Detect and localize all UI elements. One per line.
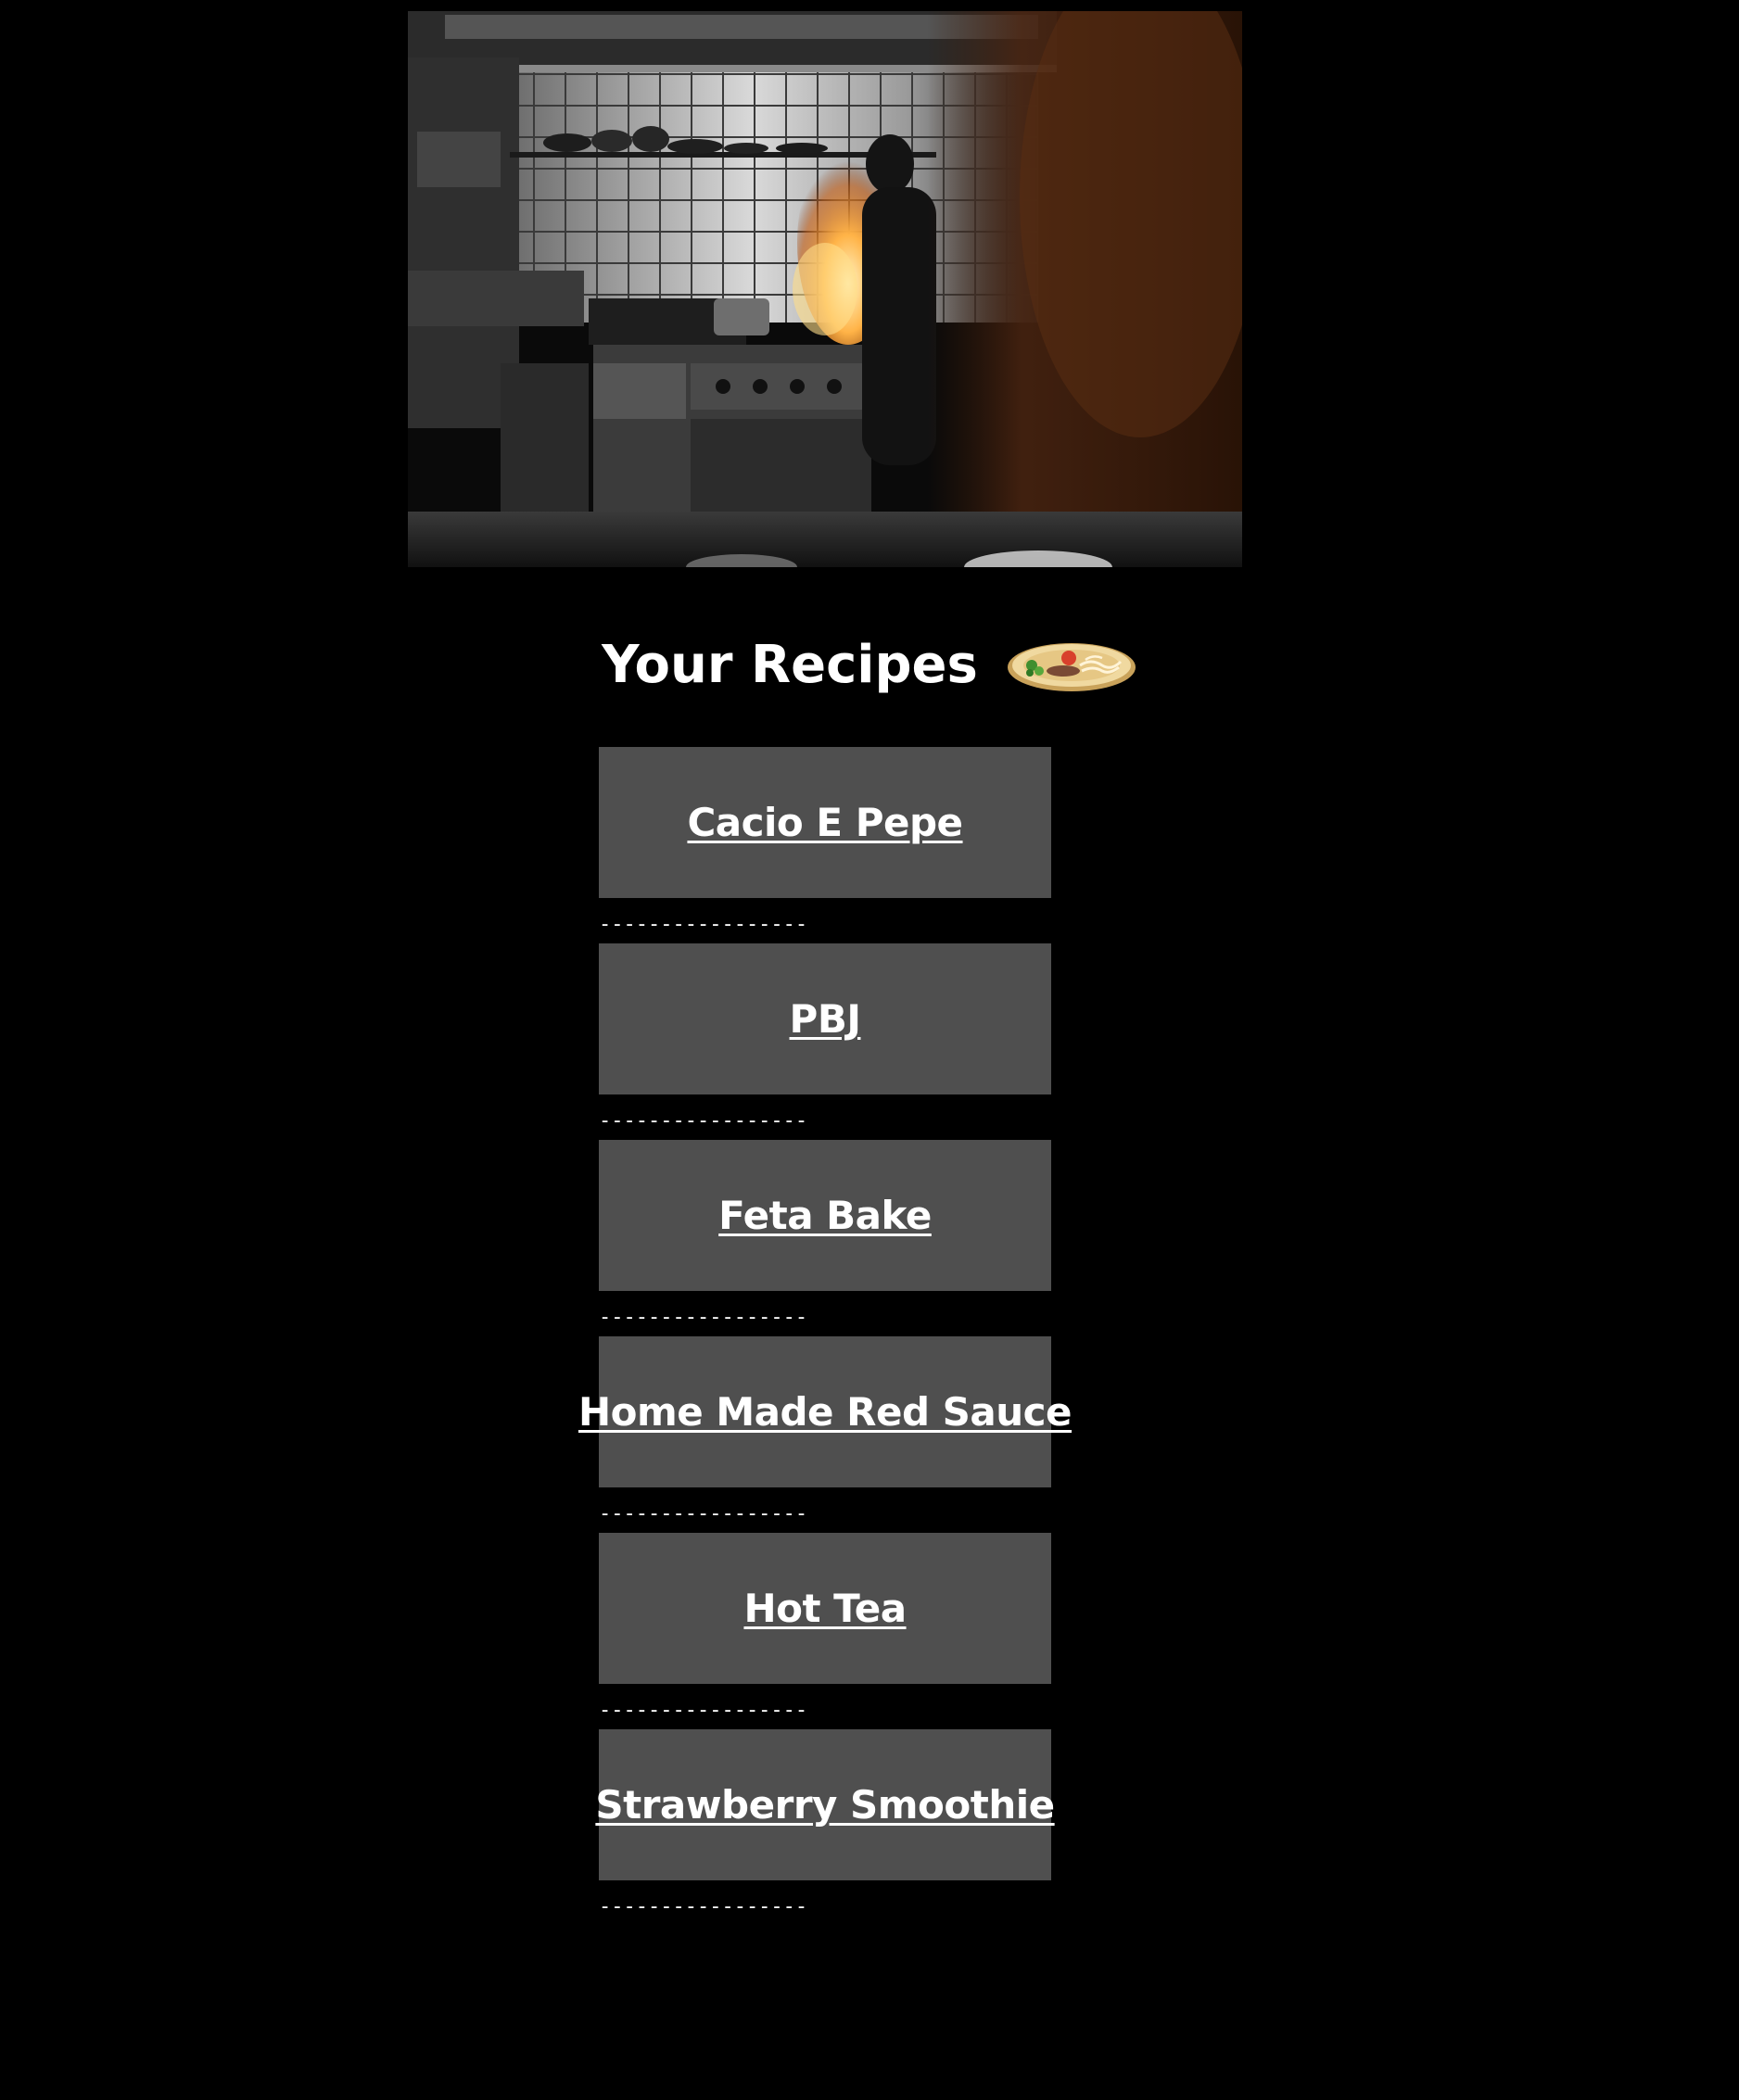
recipe-link-strawberry-smoothie[interactable]: Strawberry Smoothie	[595, 1782, 1055, 1828]
recipe-link-hot-tea[interactable]: Hot Tea	[743, 1586, 907, 1631]
kitchen-photo	[408, 11, 1242, 567]
page-title: Your Recipes	[602, 635, 978, 695]
hero-image	[408, 11, 1242, 567]
separator: -----------------	[599, 1895, 808, 1918]
recipe-card[interactable]: Hot Tea	[599, 1533, 1051, 1684]
separator: -----------------	[599, 1109, 808, 1132]
recipe-card[interactable]: Home Made Red Sauce	[578, 1336, 1073, 1487]
recipe-list: Cacio E Pepe ----------------- PBJ -----…	[578, 747, 1073, 1926]
plate-icon	[1007, 643, 1136, 691]
recipe-card[interactable]: Strawberry Smoothie	[595, 1729, 1055, 1880]
recipe-card[interactable]: Cacio E Pepe	[599, 747, 1051, 898]
separator: -----------------	[599, 913, 808, 936]
recipe-card[interactable]: Feta Bake	[599, 1140, 1051, 1291]
heading-row: Your Recipes	[0, 619, 1739, 712]
separator: -----------------	[599, 1306, 808, 1329]
recipe-link-cacio-e-pepe[interactable]: Cacio E Pepe	[687, 800, 963, 845]
recipe-link-feta-bake[interactable]: Feta Bake	[718, 1193, 932, 1238]
separator: -----------------	[599, 1699, 808, 1722]
recipe-card[interactable]: PBJ	[599, 943, 1051, 1094]
recipe-link-home-made-red-sauce[interactable]: Home Made Red Sauce	[578, 1389, 1073, 1435]
recipe-link-pbj[interactable]: PBJ	[790, 996, 861, 1042]
separator: -----------------	[599, 1502, 808, 1525]
